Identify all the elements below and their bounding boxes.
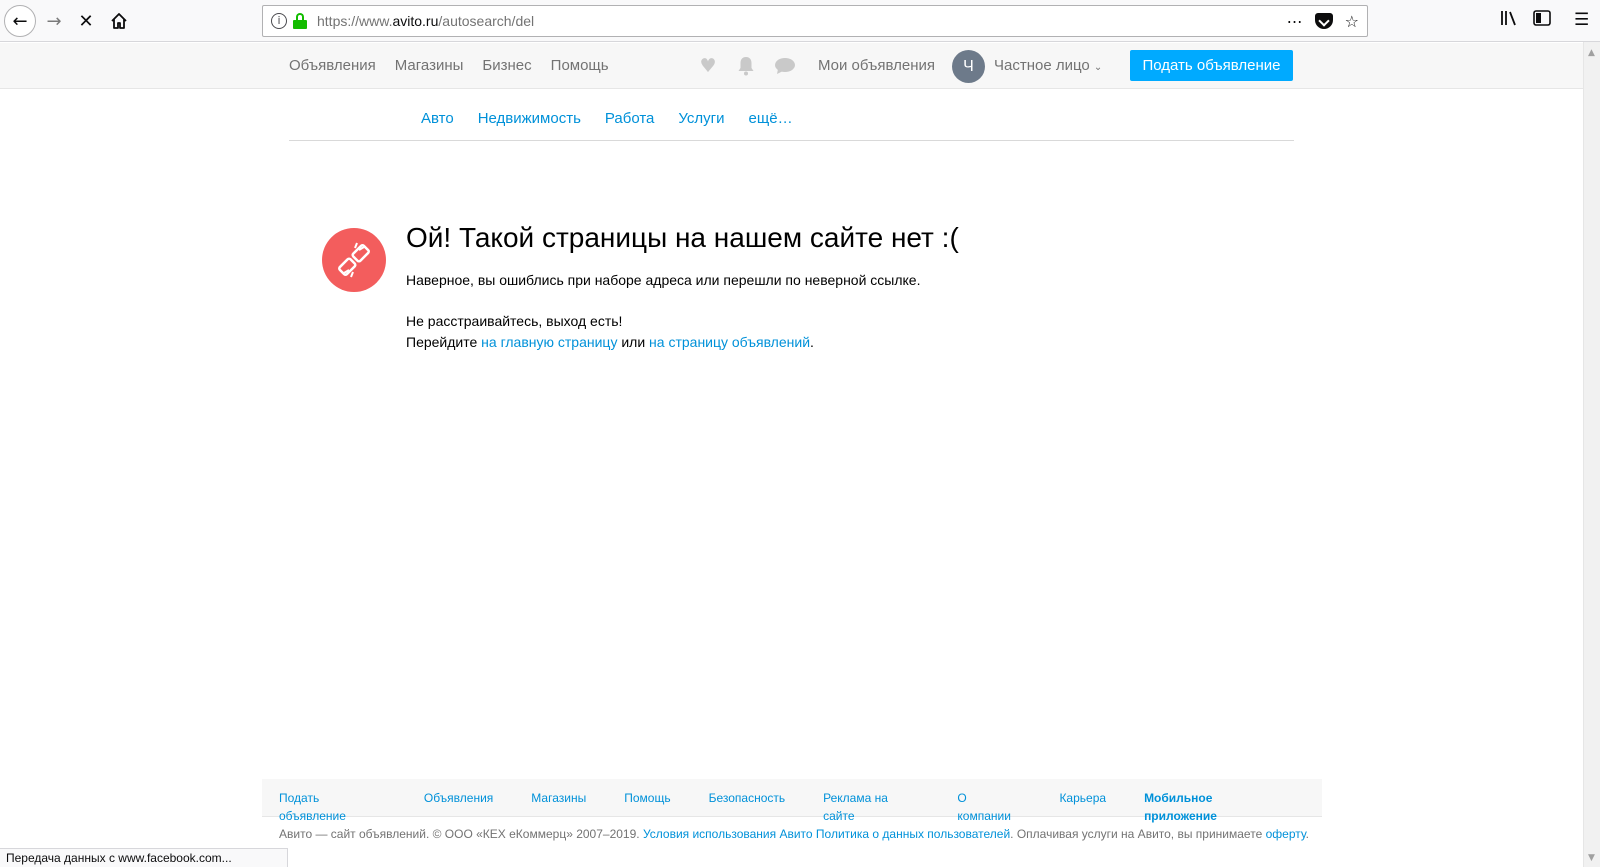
- footer-link-about[interactable]: О компании: [957, 791, 1011, 823]
- footer-link-post-ad[interactable]: Подать объявление: [279, 791, 346, 823]
- messages-chat-icon[interactable]: [774, 55, 796, 77]
- error-line-3-mid: или: [617, 334, 650, 350]
- more-icon[interactable]: ⋯: [1287, 12, 1303, 31]
- post-ad-button[interactable]: Подать объявление: [1130, 50, 1293, 81]
- category-auto[interactable]: Авто: [421, 110, 454, 127]
- privacy-policy-link[interactable]: Политика о данных пользователей: [816, 827, 1010, 841]
- home-icon[interactable]: [103, 5, 135, 37]
- chevron-down-icon: ⌄: [1093, 62, 1103, 73]
- stop-icon[interactable]: ✕: [70, 5, 102, 37]
- sidebar-icon[interactable]: [1533, 10, 1551, 31]
- error-line-1: Наверное, вы ошиблись при наборе адреса …: [406, 272, 921, 288]
- scroll-up-arrow-icon[interactable]: ▲: [1588, 48, 1595, 58]
- broken-link-icon: [322, 228, 386, 292]
- footer-link-safety[interactable]: Безопасность: [709, 791, 786, 805]
- forward-icon[interactable]: →: [38, 5, 70, 37]
- site-header: Объявления Магазины Бизнес Помощь ♥ Мои …: [0, 43, 1583, 89]
- error-description: Наверное, вы ошиблись при наборе адреса …: [406, 270, 920, 353]
- back-icon[interactable]: ←: [4, 5, 36, 37]
- user-menu[interactable]: Частное лицо ⌄: [994, 57, 1102, 74]
- address-bar[interactable]: i https://www.avito.ru/autosearch/del ⋯ …: [262, 5, 1368, 37]
- ads-page-link[interactable]: на страницу объявлений: [649, 334, 810, 350]
- nav-link-ads[interactable]: Объявления: [289, 57, 376, 74]
- nav-link-shops[interactable]: Магазины: [395, 57, 464, 74]
- error-line-2: Не расстраивайтесь, выход есть!: [406, 313, 623, 329]
- footer-link-shops[interactable]: Магазины: [531, 791, 586, 805]
- category-more[interactable]: ещё…: [749, 110, 793, 127]
- my-ads-link[interactable]: Мои объявления: [818, 57, 935, 74]
- copyright-suffix: . Оплачивая услуги на Авито, вы принимае…: [1010, 827, 1263, 841]
- error-line-3-suffix: .: [810, 334, 814, 350]
- error-line-3: Перейдите на главную страницу или на стр…: [406, 332, 920, 353]
- footer-link-mobile-app[interactable]: Мобильное приложение: [1144, 791, 1217, 823]
- user-name: Частное лицо: [994, 57, 1090, 74]
- url-scheme: https://www.: [317, 13, 393, 29]
- offer-link[interactable]: оферту: [1266, 827, 1306, 841]
- category-jobs[interactable]: Работа: [605, 110, 655, 127]
- nav-link-business[interactable]: Бизнес: [482, 57, 531, 74]
- home-page-link[interactable]: на главную страницу: [481, 334, 617, 350]
- footer-link-careers[interactable]: Карьера: [1059, 791, 1106, 805]
- top-nav: Объявления Магазины Бизнес Помощь: [289, 57, 609, 74]
- category-nav: Авто Недвижимость Работа Услуги ещё…: [289, 90, 1294, 141]
- copyright-prefix: Авито — сайт объявлений. © ООО «КЕХ еКом…: [279, 827, 643, 841]
- pocket-icon[interactable]: [1314, 13, 1333, 29]
- info-icon[interactable]: i: [271, 13, 287, 29]
- url-text[interactable]: https://www.avito.ru/autosearch/del: [317, 13, 534, 29]
- menu-icon[interactable]: ☰: [1574, 10, 1589, 30]
- notifications-bell-icon[interactable]: [735, 55, 757, 77]
- library-icon[interactable]: [1500, 10, 1518, 31]
- scroll-down-arrow-icon[interactable]: ▼: [1588, 853, 1595, 863]
- error-title: Ой! Такой страницы на нашем сайте нет :(: [406, 222, 959, 253]
- lock-icon[interactable]: [293, 13, 307, 29]
- error-line-3-prefix: Перейдите: [406, 334, 482, 350]
- status-bar: Передача данных с www.facebook.com...: [0, 848, 288, 867]
- browser-toolbar: ← → ✕ i https://www.avito.ru/autosearch/…: [0, 0, 1600, 42]
- page-scrollbar[interactable]: ▲ ▼: [1583, 42, 1600, 867]
- avatar[interactable]: Ч: [952, 50, 985, 83]
- footer-link-help[interactable]: Помощь: [624, 791, 670, 805]
- favorites-heart-icon[interactable]: ♥: [697, 55, 719, 77]
- category-realty[interactable]: Недвижимость: [478, 110, 581, 127]
- terms-link[interactable]: Условия использования Авито: [643, 827, 813, 841]
- offer-suffix: .: [1305, 827, 1309, 841]
- footer-link-ads[interactable]: Объявления: [424, 791, 493, 805]
- url-host: avito.ru: [392, 13, 439, 29]
- nav-link-help[interactable]: Помощь: [551, 57, 609, 74]
- category-services[interactable]: Услуги: [678, 110, 724, 127]
- footer-nav: Подать объявление Объявления Магазины По…: [262, 779, 1322, 823]
- copyright-text: Авито — сайт объявлений. © ООО «КЕХ еКом…: [279, 826, 1309, 843]
- bookmark-star-icon[interactable]: ☆: [1345, 12, 1359, 31]
- url-path: /autosearch/del: [438, 13, 535, 29]
- footer-link-advertising[interactable]: Реклама на сайте: [823, 791, 888, 823]
